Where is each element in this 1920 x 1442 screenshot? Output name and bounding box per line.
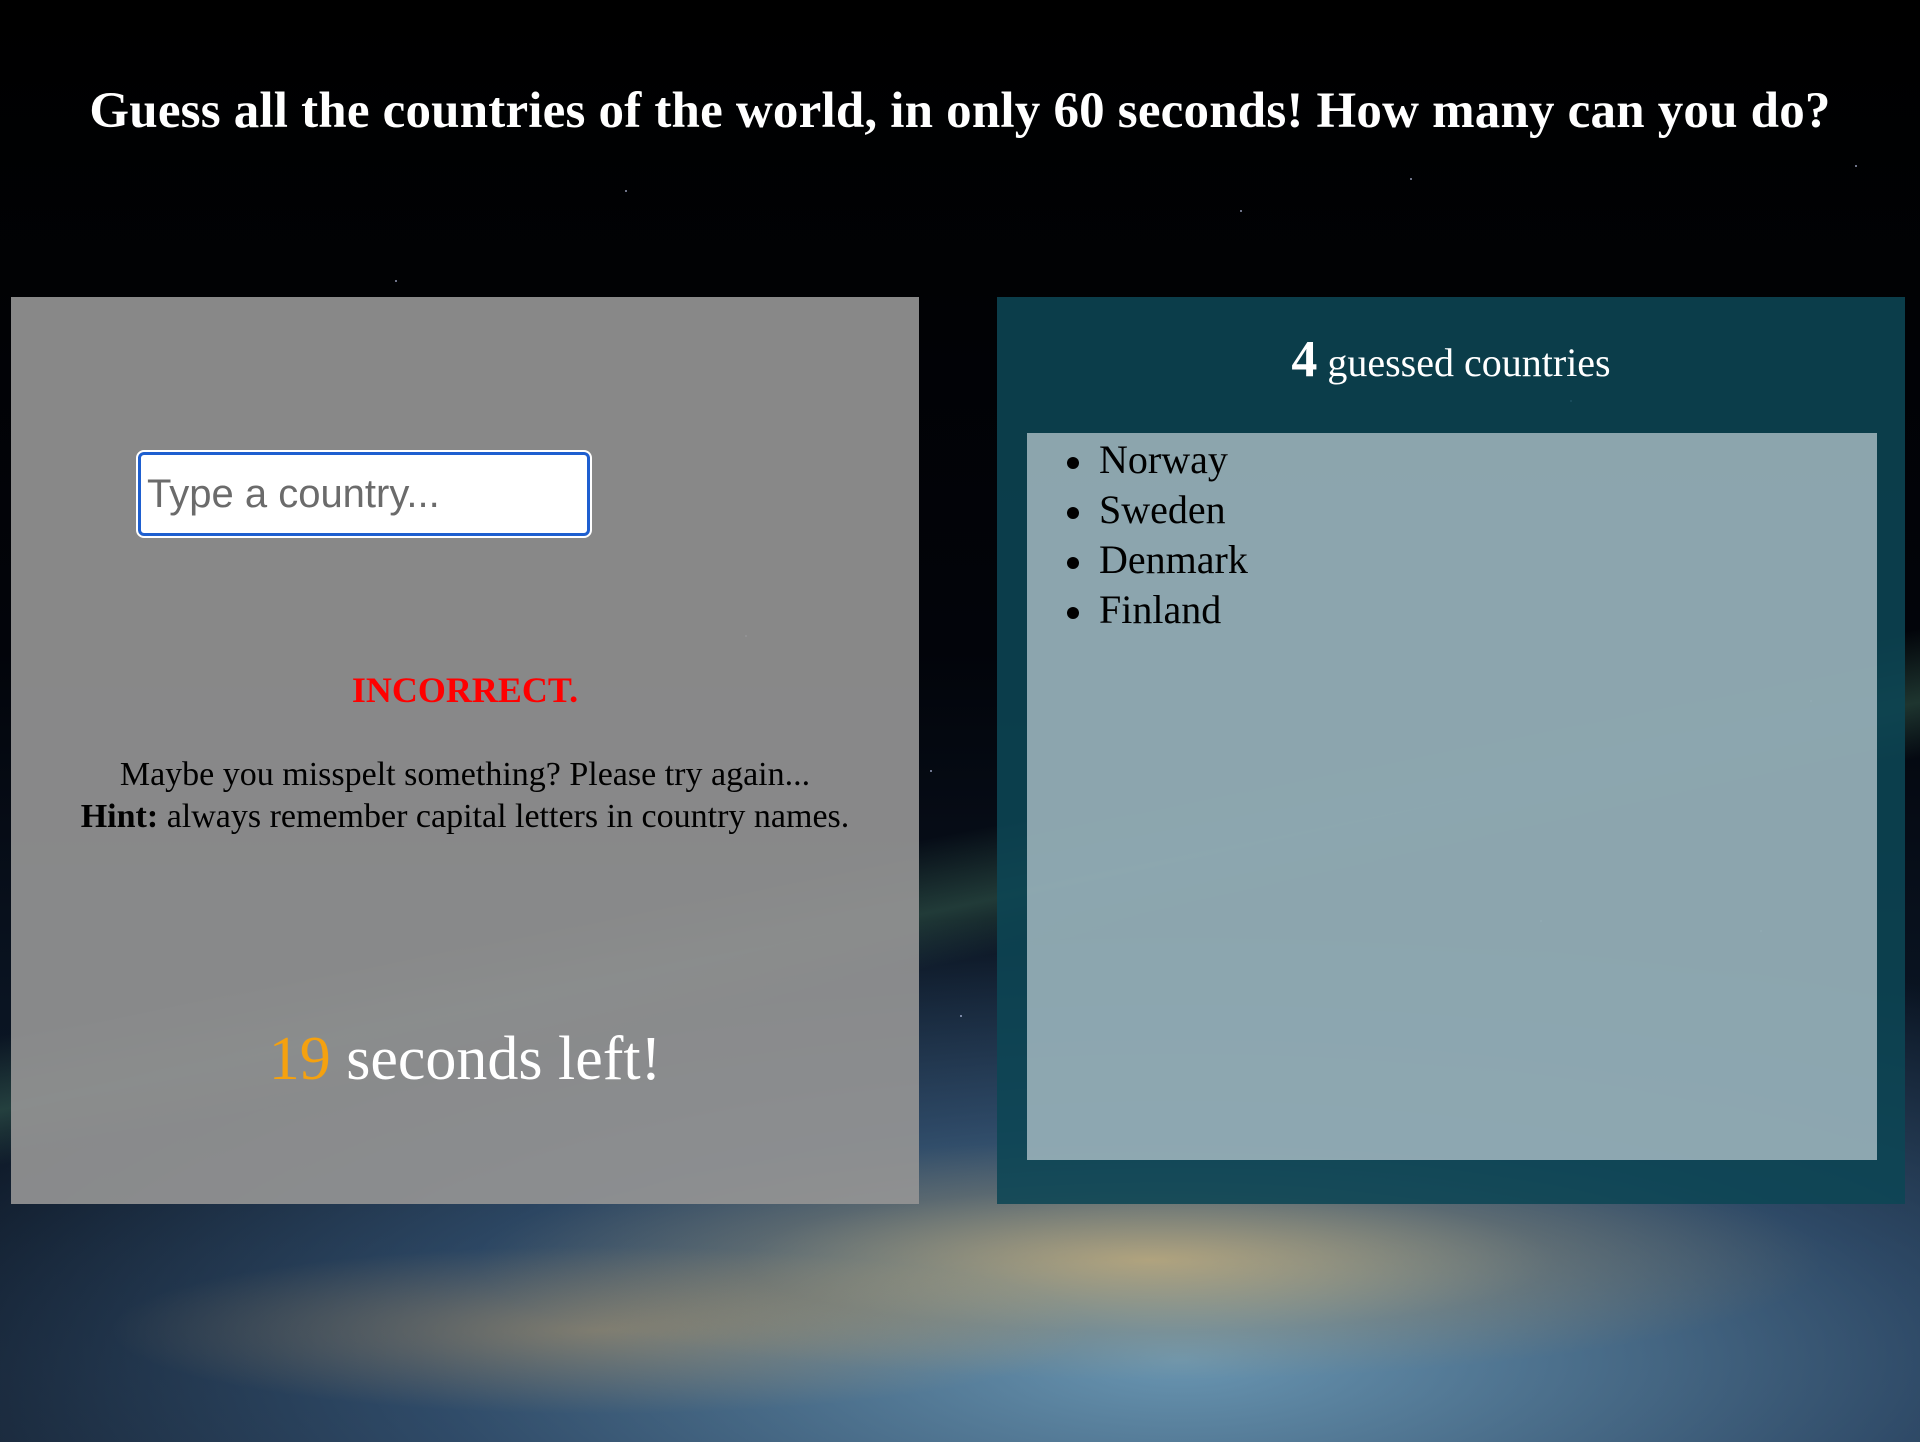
- country-input[interactable]: [136, 450, 592, 538]
- seconds-left-number: 19: [268, 1025, 331, 1093]
- guessed-count-heading: 4 guessed countries: [997, 330, 1905, 389]
- guessed-count-label: guessed countries: [1327, 340, 1611, 385]
- guessed-count: 4: [1291, 331, 1318, 388]
- star: [1410, 178, 1412, 180]
- list-item: Finland: [1067, 585, 1877, 635]
- star: [625, 190, 627, 192]
- hint-label: Hint:: [80, 798, 159, 835]
- list-item: Sweden: [1067, 485, 1877, 535]
- star: [395, 280, 397, 282]
- game-panel: INCORRECT. Maybe you misspelt something?…: [11, 297, 919, 1204]
- guessed-countries-list: Norway Sweden Denmark Finland: [1027, 433, 1877, 1160]
- hint-text: always remember capital letters in count…: [166, 798, 850, 835]
- hint-line: Hint: always remember capital letters in…: [11, 796, 919, 838]
- list-item: Denmark: [1067, 535, 1877, 585]
- countdown-timer: 19 seconds left!: [11, 1024, 919, 1095]
- star: [1240, 210, 1242, 212]
- feedback-message: Maybe you misspelt something? Please try…: [119, 756, 811, 793]
- star: [1855, 165, 1857, 167]
- list-item: Norway: [1067, 435, 1877, 485]
- feedback-message-block: Maybe you misspelt something? Please try…: [11, 754, 919, 838]
- feedback-status: INCORRECT.: [351, 670, 579, 710]
- seconds-left-label: seconds left!: [346, 1025, 662, 1093]
- star: [960, 1015, 962, 1017]
- star: [930, 770, 932, 772]
- results-panel: 4 guessed countries Norway Sweden Denmar…: [997, 297, 1905, 1204]
- page-title: Guess all the countries of the world, in…: [89, 83, 1831, 139]
